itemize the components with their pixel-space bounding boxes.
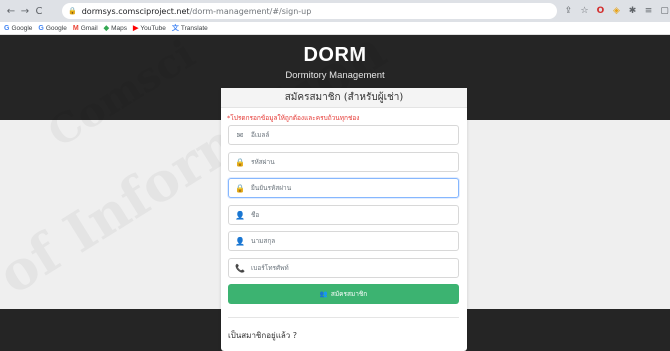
firstname-field[interactable]: 👤 [228, 205, 459, 225]
google-icon: G [38, 24, 44, 32]
bookmark-label: Maps [111, 24, 127, 32]
sidebar-icon[interactable]: ▢ [658, 3, 670, 19]
bookmark-label: Translate [180, 24, 208, 32]
signup-card: สมัครสมาชิก (สำหรับผู้เช่า) *โปรดกรอกข้อ… [221, 88, 467, 351]
warning-text: *โปรดกรอกข้อมูลให้ถูกต้องและครบถ้วนทุกช่… [227, 114, 360, 122]
bookmark-google[interactable]: G Google [38, 25, 66, 32]
translate-icon: 文 [171, 25, 179, 32]
email-icon: ✉ [236, 130, 244, 140]
bookmark-translate[interactable]: 文 Translate [172, 23, 208, 33]
bookmarks-bar: G Google G Google M Gmail ◆ Maps ▶ YouTube 文T… [0, 22, 670, 35]
browser-toolbar: ← → C 🔒 dormsys.comsciproject.net/dorm-m… [0, 0, 670, 22]
forward-icon[interactable]: → [18, 3, 32, 19]
phone-field[interactable]: 📞 [228, 258, 459, 278]
back-icon[interactable]: ← [4, 3, 18, 19]
lock-icon: 🔒 [68, 7, 77, 15]
lastname-field[interactable]: 👤 [228, 231, 459, 251]
bookmark-google[interactable]: G Google [4, 25, 32, 32]
user-icon: 👤 [235, 236, 245, 246]
bookmark-label: Gmail [80, 24, 98, 32]
url-path: /dorm-management/#/sign-up [189, 6, 312, 16]
email-input[interactable] [251, 131, 441, 139]
phone-icon: 📞 [235, 263, 245, 273]
star-icon[interactable]: ☆ [578, 3, 591, 19]
toolbar-right: ⇪ ☆ O ◈ ✱ ≡ ▢ [562, 3, 670, 19]
lock-icon: 🔒 [235, 183, 245, 193]
bookmark-label: Google [11, 24, 33, 32]
phone-input[interactable] [251, 264, 441, 272]
address-bar[interactable]: 🔒 dormsys.comsciproject.net/dorm-managem… [62, 3, 557, 19]
email-field[interactable]: ✉ [228, 125, 459, 145]
user-icon: 👤 [235, 210, 245, 220]
opera-icon[interactable]: O [594, 3, 607, 19]
firstname-input[interactable] [251, 211, 441, 219]
app-title: DORM [303, 44, 367, 66]
confirm-password-field[interactable]: 🔒 [228, 178, 459, 198]
already-member-text: เป็นสมาชิกอยู่แล้ว ? [228, 331, 298, 340]
signup-button-label: สมัครสมาชิก [330, 290, 368, 298]
bookmark-youtube[interactable]: ▶ YouTube [132, 24, 166, 33]
add-user-icon: 👥 [319, 290, 328, 298]
url-host: dormsys.comsciproject.net [81, 6, 190, 16]
bookmark-maps[interactable]: ◆ Maps [103, 24, 127, 33]
gmail-icon: M [72, 24, 79, 32]
password-input[interactable] [251, 158, 441, 166]
youtube-icon: ▶ [132, 25, 139, 32]
maps-icon: ◆ [103, 25, 110, 32]
puzzle-icon[interactable]: ✱ [626, 3, 639, 19]
signup-button[interactable]: 👥 สมัครสมาชิก [228, 284, 459, 304]
share-icon[interactable]: ⇪ [562, 3, 575, 19]
lastname-input[interactable] [251, 237, 441, 245]
bookmark-gmail[interactable]: M Gmail [73, 25, 98, 32]
google-icon: G [4, 24, 10, 32]
reading-list-icon[interactable]: ≡ [642, 3, 655, 19]
bookmark-label: YouTube [140, 24, 166, 32]
bookmark-label: Google [45, 24, 67, 32]
extension-icon[interactable]: ◈ [610, 3, 623, 19]
app-subtitle: Dormitory Management [285, 70, 385, 81]
password-field[interactable]: 🔒 [228, 152, 459, 172]
confirm-password-input[interactable] [251, 184, 441, 192]
card-title: สมัครสมาชิก (สำหรับผู้เช่า) [221, 88, 467, 108]
lock-icon: 🔒 [235, 157, 245, 167]
reload-icon[interactable]: C [32, 3, 46, 19]
divider [228, 317, 459, 318]
